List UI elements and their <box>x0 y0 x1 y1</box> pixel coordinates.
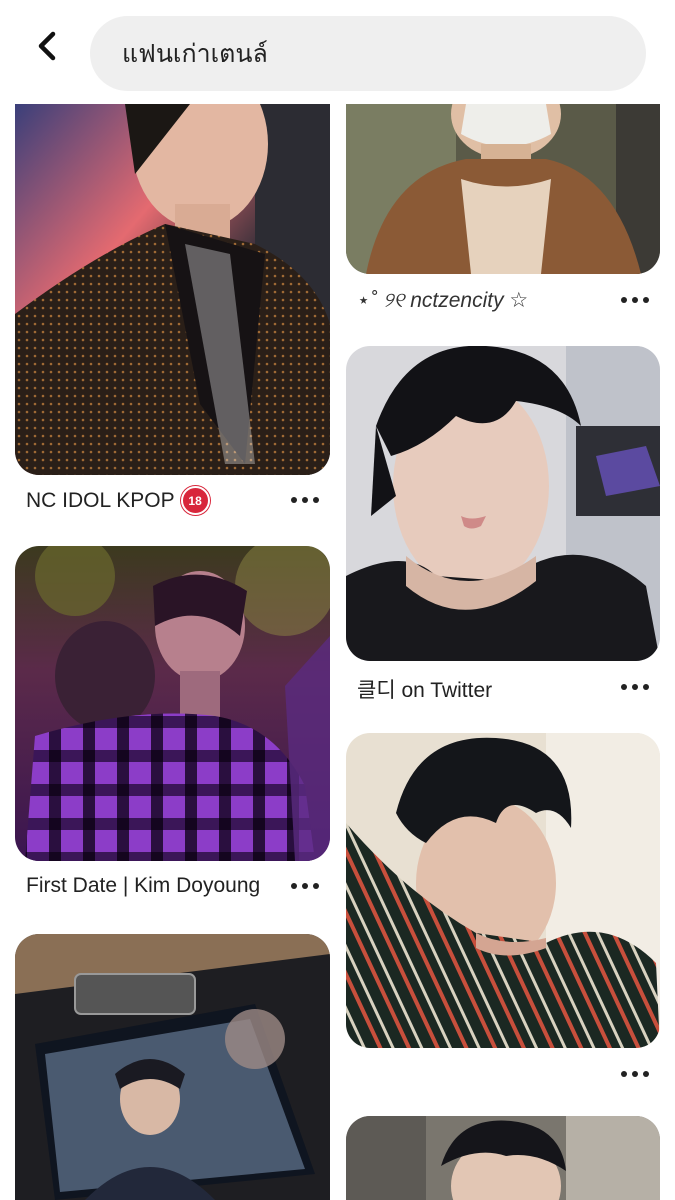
more-options-button[interactable] <box>615 677 655 697</box>
more-dot <box>643 297 649 303</box>
more-options-button[interactable] <box>615 290 655 310</box>
pin-title: NC IDOL KPOP <box>26 488 175 512</box>
pin-caption: First Date | Kim Doyoung <box>26 874 260 898</box>
more-dots-icon <box>621 297 627 303</box>
more-dots-icon <box>621 1071 627 1077</box>
more-dot <box>632 297 638 303</box>
pin-image[interactable] <box>15 104 330 475</box>
pin-image[interactable] <box>346 733 660 1048</box>
pin-image[interactable] <box>15 546 330 861</box>
pin-image[interactable] <box>15 934 330 1200</box>
more-dot <box>632 684 638 690</box>
more-dots-icon <box>291 883 297 889</box>
search-bar[interactable] <box>90 16 646 91</box>
more-dot <box>313 883 319 889</box>
more-dot <box>302 497 308 503</box>
back-button[interactable] <box>26 24 70 68</box>
pin-image[interactable] <box>346 346 660 661</box>
pin-image[interactable] <box>346 1116 660 1200</box>
back-arrow-icon <box>38 31 56 61</box>
more-options-button[interactable] <box>615 1064 655 1084</box>
pin-caption: 클디 on Twitter <box>357 674 492 704</box>
pin-caption: NC IDOL KPOP 18 <box>26 486 210 515</box>
more-dots-icon <box>621 684 627 690</box>
pin-image[interactable] <box>346 104 660 274</box>
more-dots-icon <box>291 497 297 503</box>
more-options-button[interactable] <box>285 490 325 510</box>
pin-photo <box>346 104 660 274</box>
pin-photo <box>15 546 330 861</box>
pin-title: First Date | Kim Doyoung <box>26 874 261 897</box>
pin-caption: ⋆˚ ୨୧ nctzencity ☆ <box>357 288 528 313</box>
pin-photo <box>346 1116 660 1200</box>
more-dot <box>643 1071 649 1077</box>
more-dot <box>302 883 308 889</box>
pin-title: 클디 on Twitter <box>357 679 493 702</box>
pin-photo <box>346 733 660 1048</box>
more-dot <box>643 684 649 690</box>
age-badge: 18 <box>180 486 210 515</box>
more-dot <box>313 497 319 503</box>
pin-photo <box>15 104 330 475</box>
more-dot <box>632 1071 638 1077</box>
pin-photo <box>346 346 660 661</box>
pin-photo <box>15 934 330 1200</box>
more-options-button[interactable] <box>285 876 325 896</box>
search-input[interactable] <box>120 38 622 69</box>
top-bar <box>0 0 675 104</box>
pin-title: ⋆˚ ୨୧ nctzencity ☆ <box>357 289 529 312</box>
